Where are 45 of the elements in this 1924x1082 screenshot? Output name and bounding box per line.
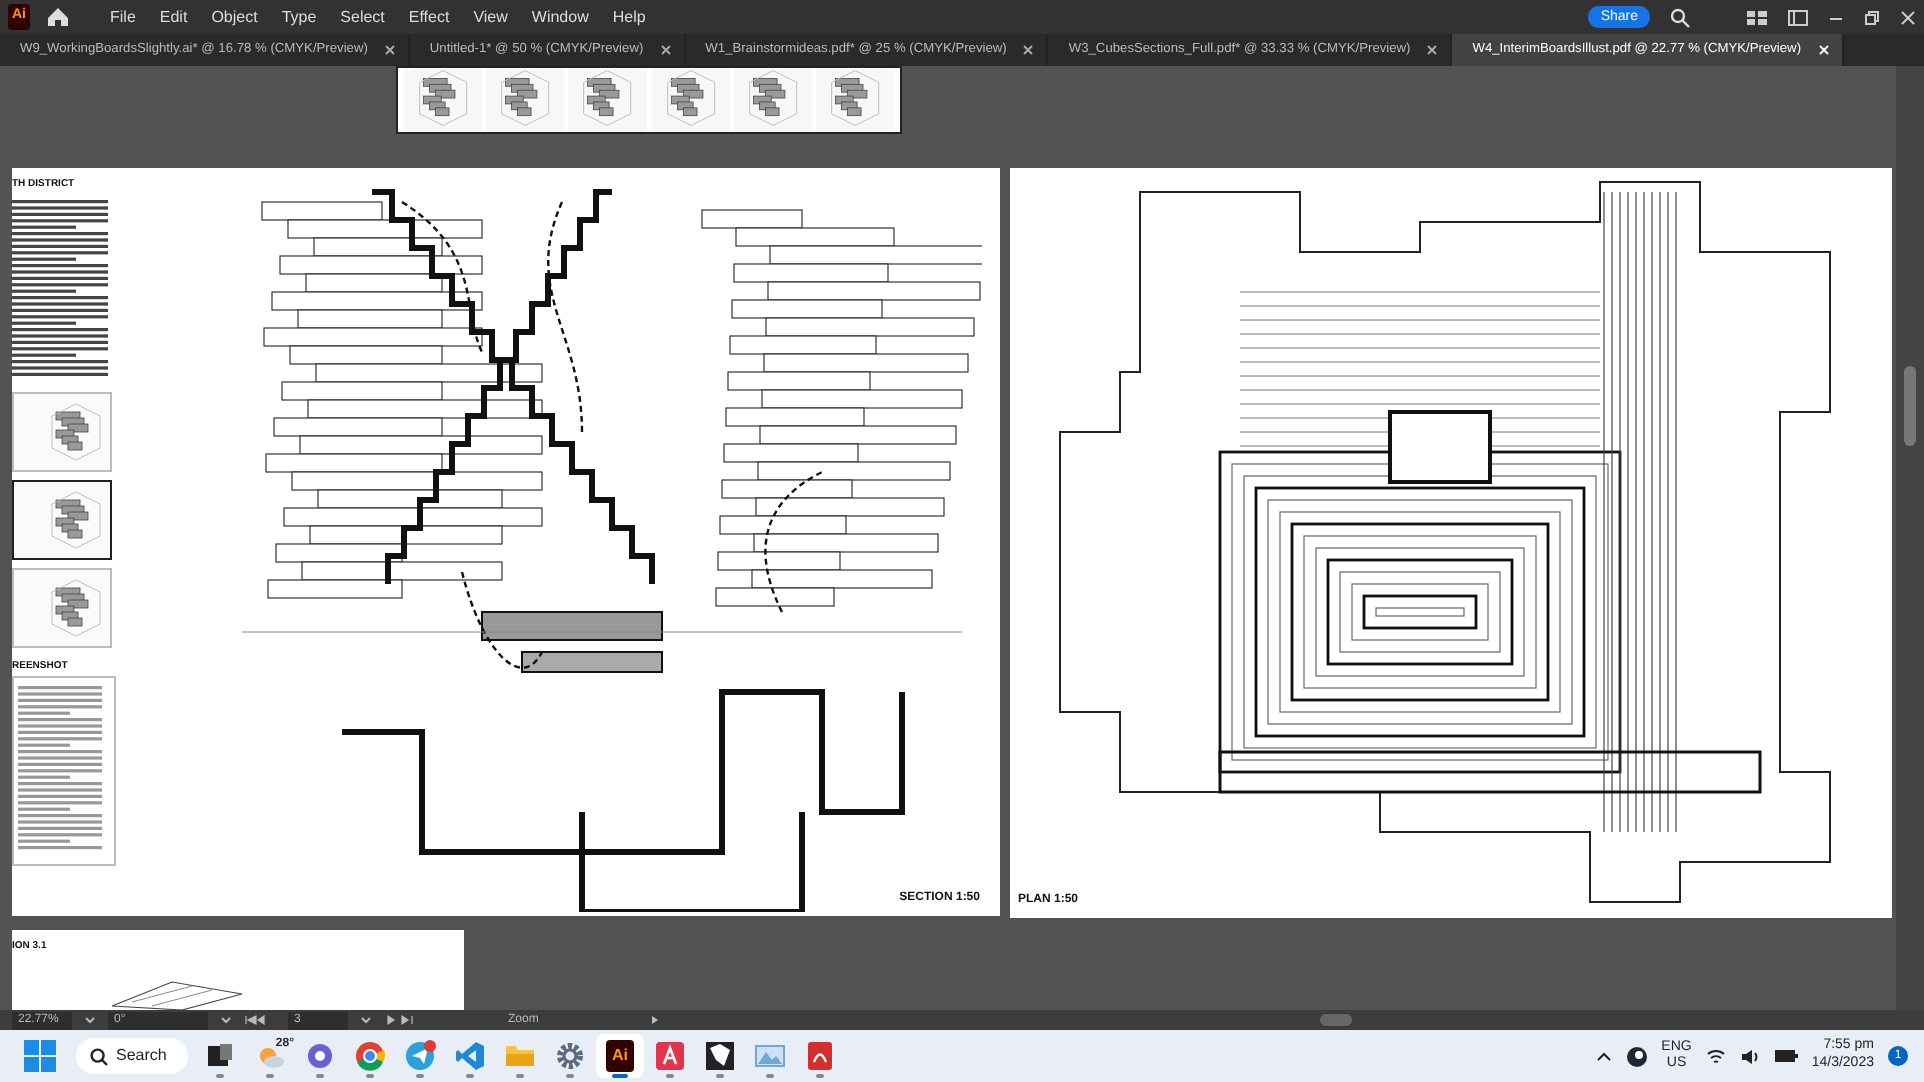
caret-icon[interactable] [84, 1016, 96, 1024]
search-icon [90, 1047, 108, 1065]
pdf-icon [804, 1040, 836, 1072]
taskbar-app[interactable]: Ai [596, 1034, 644, 1078]
chat-icon [304, 1040, 336, 1072]
scrollbar[interactable] [1896, 66, 1924, 1010]
search-icon[interactable] [1670, 7, 1690, 27]
close-icon[interactable] [1426, 44, 1439, 56]
home-icon[interactable] [46, 6, 70, 28]
code-editor-icon [454, 1040, 486, 1072]
taskview-icon [204, 1040, 236, 1072]
menu-item[interactable]: File [98, 5, 148, 29]
play-icon[interactable] [650, 1014, 661, 1026]
restore-icon[interactable] [1864, 9, 1880, 25]
document-app-icon [654, 1040, 686, 1072]
paper-plane-icon [404, 1040, 436, 1072]
battery-icon[interactable] [1773, 1048, 1798, 1064]
photos-icon [754, 1040, 786, 1072]
menu-item[interactable]: Window [519, 5, 601, 29]
menu-item[interactable]: Object [199, 5, 270, 29]
search-field[interactable]: Search [76, 1038, 188, 1074]
speaker-icon[interactable] [1739, 1047, 1760, 1065]
menu-item[interactable]: Effect [396, 5, 462, 29]
folder-icon [504, 1040, 536, 1072]
gear-icon [554, 1040, 586, 1072]
close-icon[interactable] [659, 44, 672, 56]
close-icon[interactable] [1022, 44, 1035, 56]
panel-icon[interactable] [1788, 9, 1808, 25]
caret-icon[interactable] [360, 1016, 372, 1024]
menu-item[interactable]: Select [328, 5, 397, 29]
menu-item[interactable]: Type [269, 5, 329, 29]
windows-icon[interactable] [24, 1040, 56, 1072]
next-last-icon[interactable] [384, 1014, 416, 1026]
menu-item[interactable]: Edit [147, 5, 200, 29]
caret-icon[interactable] [220, 1016, 232, 1024]
horizontal-scrollbar[interactable] [1320, 1014, 1352, 1026]
workspace-icon[interactable] [1746, 9, 1768, 25]
chevron-up-icon[interactable] [1595, 1050, 1612, 1062]
menu-item[interactable]: View [461, 5, 520, 29]
steam-icon[interactable] [1625, 1045, 1648, 1067]
close-icon[interactable] [383, 44, 396, 56]
menu-item[interactable]: Help [600, 5, 658, 29]
close-icon[interactable] [1900, 9, 1916, 25]
wifi-icon[interactable] [1705, 1047, 1726, 1065]
browser-icon [354, 1040, 386, 1072]
